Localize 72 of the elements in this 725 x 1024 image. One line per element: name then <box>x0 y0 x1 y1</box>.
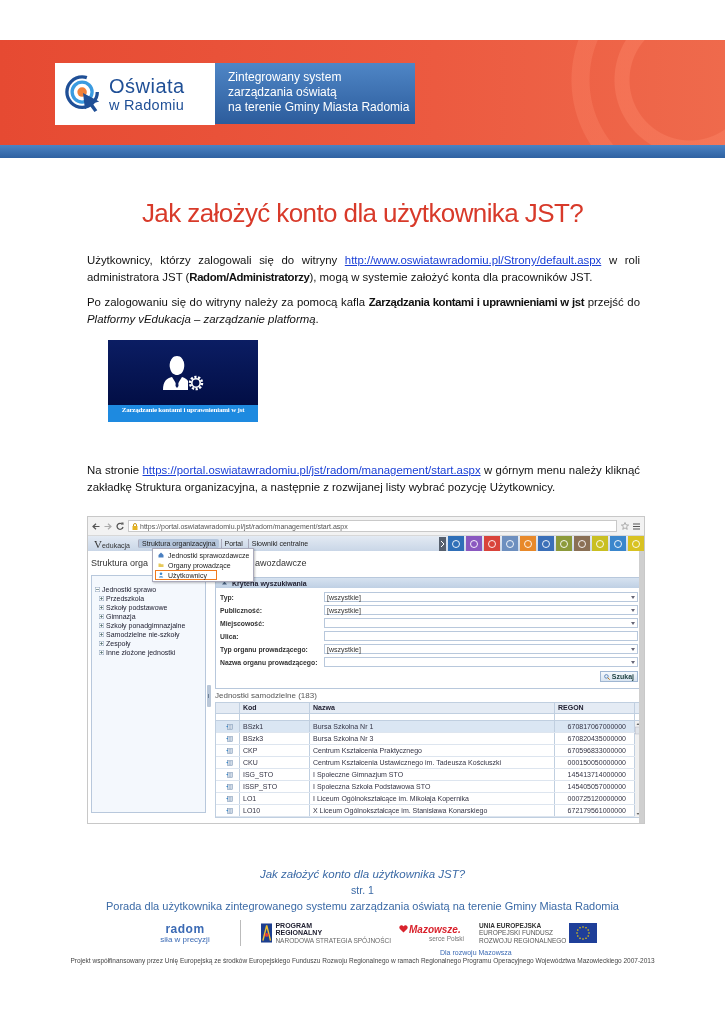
toolbar-tile[interactable] <box>484 536 500 551</box>
reload-icon <box>116 522 124 530</box>
expand-icon[interactable] <box>99 614 104 619</box>
row-details-icon[interactable] <box>225 771 233 778</box>
toolbar-tile[interactable] <box>466 536 482 551</box>
menu-icon[interactable] <box>633 522 640 530</box>
toolbar-tile[interactable] <box>538 536 554 551</box>
splitter-handle-icon[interactable] <box>207 685 211 707</box>
footer-title: Jak założyć konto dla użytkownika JST? <box>258 867 467 882</box>
person-gear-icon <box>161 354 205 391</box>
tagline-text: Zintegrowany system <box>228 70 343 85</box>
expand-icon[interactable] <box>99 605 104 610</box>
back-arrow-icon <box>92 522 100 530</box>
tagline-text: zarządzania oświatą <box>228 85 338 100</box>
collapse-icon[interactable] <box>95 587 100 592</box>
footer-subtitle: Porada dla użytkownika zintegrowanego systemu zarządzania oświatą na terenie Gminy Miasta Radomia <box>105 899 620 914</box>
collapse-arrow-icon[interactable] <box>222 581 227 585</box>
toolbar-tile[interactable] <box>574 536 590 551</box>
paragraph: Po zalogowaniu się do witryny należy za pomocą kafla Zarządzania kontami i uprawnieniami w jst przejść do Platformy vEdukacja – zarządzanie platformą. <box>87 295 640 327</box>
row-details-icon[interactable] <box>225 795 233 802</box>
folder-icon <box>158 562 164 568</box>
row-details-icon[interactable] <box>225 807 233 814</box>
toolbar-tile[interactable] <box>520 536 536 551</box>
toolbar-tile[interactable] <box>448 536 464 551</box>
page-number: str. 1 <box>350 883 375 898</box>
caret-down-icon <box>631 595 635 599</box>
page-heading: Struktura orga <box>91 557 149 570</box>
toolbar-tile[interactable] <box>592 536 608 551</box>
row-details-icon[interactable] <box>225 735 233 742</box>
row-details-icon[interactable] <box>225 759 233 766</box>
caret-down-icon <box>631 660 635 664</box>
eu-flag-icon <box>569 923 598 943</box>
dropdown-field[interactable] <box>324 657 638 667</box>
padlock-icon <box>132 522 138 530</box>
toolbar-tile[interactable] <box>502 536 518 551</box>
row-details-icon[interactable] <box>225 783 233 790</box>
row-details-icon[interactable] <box>225 723 233 730</box>
expand-icon[interactable] <box>99 632 104 637</box>
expand-icon[interactable] <box>99 596 104 601</box>
caret-down-icon <box>631 647 635 651</box>
mazowsze-logo-text: Mazowsze. <box>409 923 461 935</box>
table-title: Jednostki samodzielne (183) <box>215 690 318 702</box>
toolbar-tile[interactable] <box>628 536 644 551</box>
expand-icon[interactable] <box>99 623 104 628</box>
forward-arrow-icon <box>104 522 112 530</box>
toolbar-tile[interactable] <box>610 536 626 551</box>
logo-subtitle: w Radomiu <box>109 96 185 114</box>
row-details-icon[interactable] <box>225 747 233 754</box>
search-icon <box>603 673 610 680</box>
radom-logo-text: radom <box>164 922 206 935</box>
page-title: Jak założyć konto dla użytkownika JST? <box>140 197 585 230</box>
dropdown-field[interactable] <box>324 618 638 628</box>
logo-mark: V <box>94 537 102 550</box>
caret-down-icon <box>631 621 635 625</box>
paragraph: Na stronie https://portal.oswiatawradomiu.pl/jst/radom/management/start.aspx w górnym menu należy kliknąć zakładkę Struktura organizacyjna, a następnie z rozwijanej listy wybrać pozycję Użytkownicy. <box>87 463 640 495</box>
expand-icon[interactable] <box>99 641 104 646</box>
chevron-right-icon <box>439 536 446 551</box>
heart-icon <box>399 925 408 933</box>
tagline-text: na terenie Gminy Miasta Radomia <box>228 100 411 115</box>
caret-down-icon <box>631 608 635 612</box>
person-icon <box>158 572 164 578</box>
link[interactable]: https://portal.oswiatawradomiu.pl/jst/radom/management/start.aspx <box>142 464 481 476</box>
toolbar-tile[interactable] <box>556 536 572 551</box>
logo-title: Oświata <box>109 74 185 97</box>
expand-icon[interactable] <box>99 650 104 655</box>
star-icon[interactable] <box>621 522 629 530</box>
link[interactable]: http://www.oswiatawradomiu.pl/Strony/default.aspx <box>344 254 602 266</box>
input-field[interactable] <box>324 631 638 641</box>
logo-slogan: siła w precyzji <box>159 934 211 944</box>
paragraph: Użytkownicy, którzy zalogowali się do witryny http://www.oswiatawradomiu.pl/Strony/default.aspx w roli administratora JST (Radom/Administratorzy), mogą w systemie założyć konta dla pracowników JST. <box>87 253 640 285</box>
regional-program-icon <box>261 923 273 943</box>
page-heading: awozdawcze <box>255 557 307 570</box>
